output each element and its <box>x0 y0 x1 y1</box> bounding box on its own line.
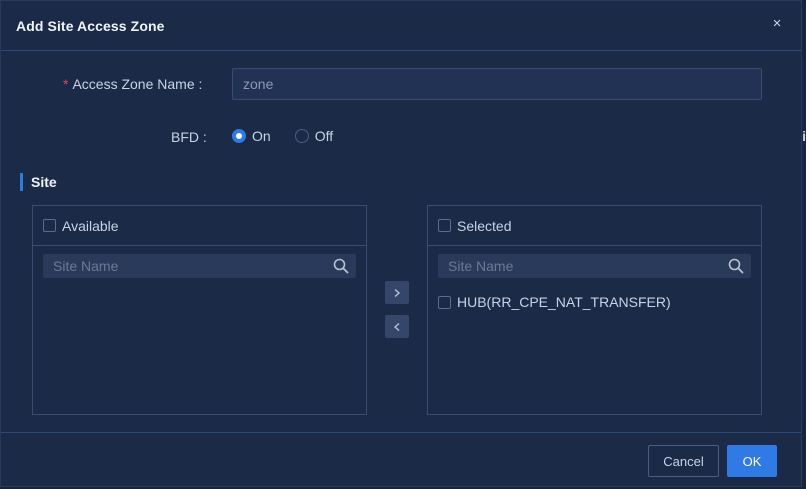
site-section-title: Site <box>20 173 57 191</box>
bfd-radio-on[interactable]: On <box>232 128 271 144</box>
selected-panel: Selected HUB(RR_CPE_NAT_TRANSFER) <box>427 205 762 415</box>
ok-button[interactable]: OK <box>727 445 777 477</box>
add-site-access-zone-dialog: Add Site Access Zone × * Access Zone Name… <box>0 0 802 487</box>
bfd-radio-group: On Off <box>232 128 357 144</box>
radio-unchecked-icon <box>294 129 309 143</box>
search-icon[interactable] <box>728 258 744 274</box>
available-search-input[interactable] <box>43 254 323 278</box>
list-item-label: HUB(RR_CPE_NAT_TRANSFER) <box>457 294 671 310</box>
search-icon[interactable] <box>333 258 349 274</box>
available-panel-header: Available <box>33 206 366 246</box>
chevron-left-icon <box>393 322 400 331</box>
available-header-label: Available <box>62 217 119 234</box>
bfd-radio-off-label: Off <box>314 128 334 144</box>
bfd-radio-off[interactable]: Off <box>294 128 334 144</box>
move-right-button[interactable] <box>385 281 409 304</box>
available-select-all-checkbox[interactable] <box>43 219 56 232</box>
required-mark: * <box>63 76 69 92</box>
close-icon[interactable]: × <box>768 15 786 33</box>
bfd-radio-on-label: On <box>252 128 271 144</box>
selected-header-label: Selected <box>457 217 512 234</box>
selected-select-all-checkbox[interactable] <box>438 219 451 232</box>
bfd-label: BFD : <box>171 129 207 145</box>
radio-checked-icon <box>232 129 246 143</box>
selected-panel-header: Selected <box>428 206 761 246</box>
list-item-checkbox[interactable] <box>438 295 451 309</box>
selected-search-input[interactable] <box>438 254 718 278</box>
move-left-button[interactable] <box>385 315 409 338</box>
dialog-title: Add Site Access Zone <box>16 18 165 34</box>
footer-divider <box>1 432 801 433</box>
list-item[interactable]: HUB(RR_CPE_NAT_TRANSFER) <box>438 294 671 310</box>
available-search <box>43 254 356 278</box>
access-zone-name-input[interactable] <box>232 68 762 100</box>
dialog-header: Add Site Access Zone × <box>1 1 801 51</box>
access-zone-name-label-text: Access Zone Name : <box>72 76 203 92</box>
selected-search <box>438 254 751 278</box>
chevron-right-icon <box>394 288 401 297</box>
cancel-button[interactable]: Cancel <box>648 445 719 477</box>
access-zone-name-label: * Access Zone Name : <box>63 76 202 92</box>
available-panel: Available <box>32 205 367 415</box>
background-peek-text: i <box>802 128 806 144</box>
